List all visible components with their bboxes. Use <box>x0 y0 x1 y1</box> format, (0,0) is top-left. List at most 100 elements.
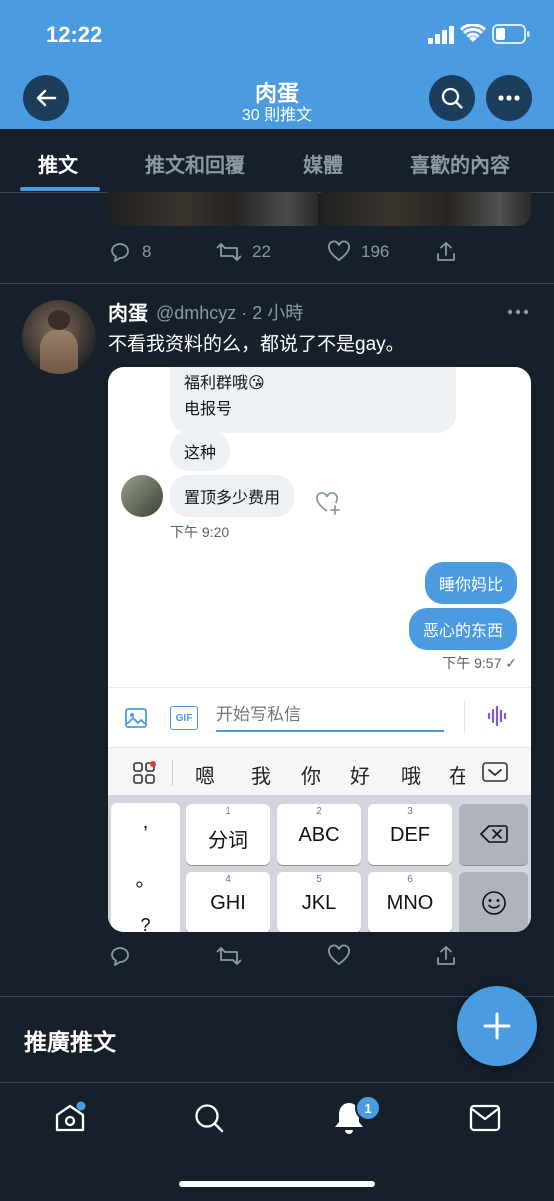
suggestion-word[interactable]: 我 <box>251 760 271 789</box>
keyboard-suggestion-bar: 嗯 我 你 好 哦 在 <box>108 747 531 796</box>
tab-likes[interactable]: 喜歡的內容 <box>410 149 510 178</box>
like-button[interactable]: 196 <box>327 240 389 264</box>
retweet-button[interactable]: 22 <box>216 240 271 264</box>
dm-timestamp: 下午 9:57 ✓ <box>442 655 517 671</box>
punct-key[interactable]: 。 <box>111 863 180 892</box>
wifi-icon <box>460 24 486 42</box>
retweet-icon <box>216 243 242 261</box>
search-icon[interactable] <box>193 1102 225 1134</box>
profile-header: 12:22 肉蛋 30 則推文 <box>0 0 554 129</box>
keyboard-collapse-icon[interactable] <box>482 762 508 784</box>
more-options-button[interactable] <box>486 75 532 121</box>
key-number: 4 <box>225 874 231 885</box>
reply-icon <box>111 947 129 966</box>
tweet-embedded-screenshot[interactable]: 福利群哦😘 电报号 这种 置顶多少费用 下午 9:20 睡你妈比 恶心的东西 下… <box>108 367 531 932</box>
dm-composer: GIF <box>108 687 531 748</box>
key-label: GHI <box>210 892 246 914</box>
suggestion-word[interactable]: 好 <box>350 760 370 789</box>
emoji-icon <box>482 891 506 915</box>
key-jkl[interactable]: 5 JKL <box>277 872 361 932</box>
status-time: 12:22 <box>46 22 103 47</box>
key-label: ABC <box>298 824 340 846</box>
key-abc[interactable]: 2 ABC <box>277 804 361 865</box>
avatar[interactable] <box>22 300 96 374</box>
voice-message-icon[interactable] <box>486 704 510 728</box>
tab-media[interactable]: 媒體 <box>303 149 343 178</box>
suggestion-word[interactable]: 哦 <box>401 760 421 789</box>
tweet-author-name[interactable]: 肉蛋 <box>108 297 148 326</box>
key-fenci[interactable]: 1 分词 <box>186 804 270 865</box>
dm-bubble-received: 置顶多少费用 <box>170 475 295 517</box>
tweet-text: 不看我资料的么，都说了不是gay。 <box>108 334 405 355</box>
promoted-tweets-heading: 推廣推文 <box>24 1029 116 1055</box>
retweet-icon <box>216 947 242 965</box>
more-horizontal-icon <box>498 95 520 101</box>
retweet-count: 22 <box>252 242 271 261</box>
tweet-media-image[interactable] <box>108 192 318 226</box>
dm-bubble-received: 这种 <box>170 431 231 471</box>
tweet-author-handle[interactable]: @dmhcyz · 2 小時 <box>156 299 303 325</box>
key-mno[interactable]: 6 MNO <box>368 872 452 932</box>
key-label: 分词 <box>208 830 248 852</box>
emoji-key[interactable] <box>459 872 528 932</box>
heart-icon <box>328 944 350 966</box>
share-icon <box>437 242 455 261</box>
share-button[interactable] <box>434 944 458 968</box>
punct-key[interactable]: , <box>111 811 180 834</box>
suggestion-word[interactable]: 在 <box>449 760 465 789</box>
search-button[interactable] <box>429 75 475 121</box>
key-number: 1 <box>225 806 231 817</box>
dm-text: 福利群哦😘 <box>184 375 265 392</box>
tweet-divider <box>0 283 554 284</box>
home-icon[interactable] <box>53 1101 87 1135</box>
dm-bubble-sent: 睡你妈比 <box>424 562 517 604</box>
key-def[interactable]: 3 DEF <box>368 804 452 865</box>
key-label: MNO <box>386 892 434 914</box>
tab-tweets[interactable]: 推文 <box>38 149 78 178</box>
notification-badge: 1 <box>355 1095 381 1121</box>
reply-count: 8 <box>142 242 152 261</box>
key-ghi[interactable]: 4 GHI <box>186 872 270 932</box>
key-number: 5 <box>316 874 322 885</box>
tweet-media-image[interactable] <box>321 192 531 226</box>
key-label: DEF <box>390 824 430 846</box>
tweet-more-button[interactable] <box>507 298 529 321</box>
key-number: 2 <box>316 806 322 817</box>
suggestion-word[interactable]: 嗯 <box>195 760 215 789</box>
heart-icon <box>328 240 350 262</box>
apps-grid-icon[interactable] <box>132 761 156 785</box>
tab-tweets-replies[interactable]: 推文和回覆 <box>145 149 245 178</box>
home-indicator <box>179 1181 375 1187</box>
image-icon[interactable] <box>124 706 148 730</box>
key-number: 6 <box>407 874 413 885</box>
dm-bubble-received: 福利群哦😘 电报号 <box>170 367 456 433</box>
dm-timestamp: 下午 9:20 <box>170 524 230 540</box>
like-button[interactable] <box>327 944 351 968</box>
suggestion-word[interactable]: 你 <box>301 760 321 789</box>
composer-divider <box>464 700 465 734</box>
retweet-button[interactable] <box>216 944 242 968</box>
cellular-signal-icon <box>428 26 454 44</box>
like-count: 196 <box>361 242 390 261</box>
dm-text: 电报号 <box>184 401 233 418</box>
backspace-key[interactable] <box>459 804 528 865</box>
gif-button[interactable]: GIF <box>170 706 198 730</box>
reply-button[interactable] <box>108 944 132 968</box>
active-tab-indicator <box>20 187 100 191</box>
punctuation-key-column[interactable]: , 。 ? <box>111 803 180 932</box>
add-reaction-icon[interactable] <box>314 489 342 517</box>
compose-tweet-button[interactable] <box>457 986 537 1066</box>
share-button[interactable] <box>434 240 458 264</box>
search-icon <box>441 87 463 109</box>
dm-bubble-sent: 恶心的东西 <box>408 608 517 650</box>
reply-icon <box>111 243 129 262</box>
battery-icon <box>492 24 530 44</box>
suggestion-divider <box>172 760 173 786</box>
dm-sender-avatar <box>121 475 163 517</box>
punct-key[interactable]: ? <box>111 915 180 932</box>
dm-message-input[interactable] <box>216 700 444 732</box>
messages-mail-icon[interactable] <box>469 1104 501 1132</box>
backspace-icon <box>480 825 508 843</box>
reply-button[interactable]: 8 <box>108 240 151 264</box>
plus-icon <box>483 1012 511 1040</box>
